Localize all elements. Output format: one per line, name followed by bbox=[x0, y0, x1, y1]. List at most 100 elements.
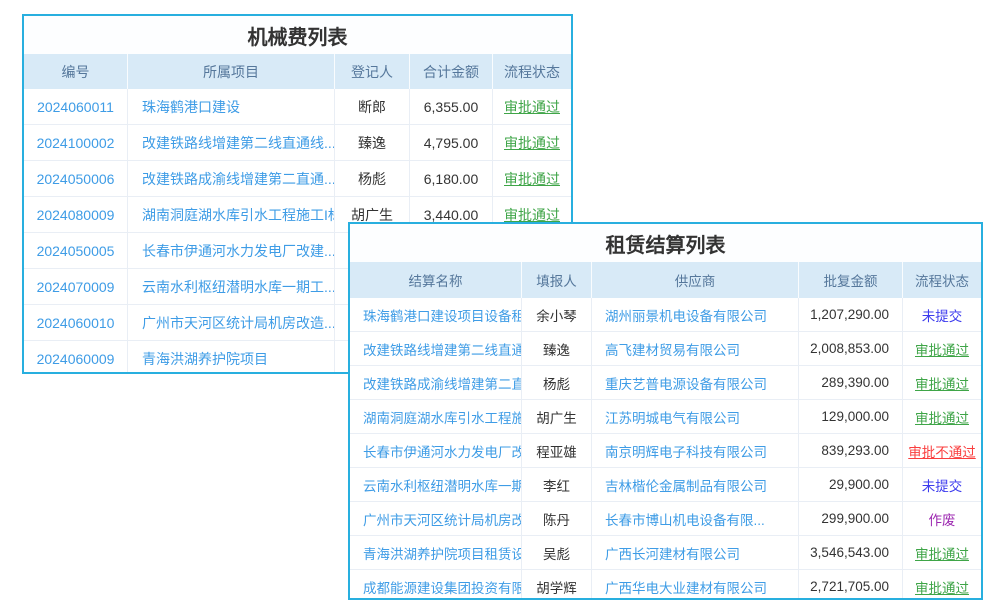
machinery-panel-title: 机械费列表 bbox=[24, 16, 571, 54]
cell-name: 湖南洞庭湖水库引水工程施工I标设... bbox=[350, 400, 522, 433]
table-row: 广州市天河区统计局机房改造项目陈丹长春市博山机电设备有限...299,900.0… bbox=[350, 502, 981, 536]
status-link[interactable]: 未提交 bbox=[922, 305, 963, 325]
column-header-filler: 填报人 bbox=[522, 262, 592, 298]
cell-supplier: 高飞建材贸易有限公司 bbox=[592, 332, 799, 365]
cell-supplier: 长春市博山机电设备有限... bbox=[592, 502, 799, 535]
cell-amount: 839,293.00 bbox=[799, 434, 903, 467]
cell-name: 广州市天河区统计局机房改造项目 bbox=[350, 502, 522, 535]
cell-id: 2024050006 bbox=[24, 161, 128, 196]
machinery-table-header: 编号 所属项目 登记人 合计金额 流程状态 bbox=[24, 54, 571, 89]
cell-amount: 129,000.00 bbox=[799, 400, 903, 433]
cell-name: 长春市伊通河水力发电厂改建工程... bbox=[350, 434, 522, 467]
status-link[interactable]: 审批通过 bbox=[915, 407, 969, 427]
cell-name: 云南水利枢纽潜明水库一期工程施... bbox=[350, 468, 522, 501]
cell-supplier: 江苏明城电气有限公司 bbox=[592, 400, 799, 433]
column-header-approved-amount: 批复金额 bbox=[799, 262, 903, 298]
cell-project: 改建铁路成渝线增建第二直通... bbox=[128, 161, 335, 196]
status-link[interactable]: 审批通过 bbox=[504, 133, 560, 153]
status-link[interactable]: 未提交 bbox=[922, 475, 963, 495]
cell-project: 珠海鹤港口建设 bbox=[128, 89, 335, 124]
cell-project: 改建铁路线增建第二线直通线... bbox=[128, 125, 335, 160]
cell-status: 未提交 bbox=[903, 298, 981, 331]
cell-filler: 胡学辉 bbox=[522, 570, 592, 600]
cell-status: 审批通过 bbox=[493, 161, 571, 196]
cell-id: 2024080009 bbox=[24, 197, 128, 232]
cell-id: 2024060010 bbox=[24, 305, 128, 340]
cell-amount: 4,795.00 bbox=[410, 125, 493, 160]
cell-supplier: 广西华电大业建材有限公司 bbox=[592, 570, 799, 600]
cell-amount: 2,721,705.00 bbox=[799, 570, 903, 600]
cell-filler: 李红 bbox=[522, 468, 592, 501]
settlement-panel-title: 租赁结算列表 bbox=[350, 224, 981, 262]
cell-id: 2024060011 bbox=[24, 89, 128, 124]
table-row: 珠海鹤港口建设项目设备租赁结算余小琴湖州丽景机电设备有限公司1,207,290.… bbox=[350, 298, 981, 332]
cell-status: 审批通过 bbox=[903, 570, 981, 600]
status-link[interactable]: 审批通过 bbox=[915, 339, 969, 359]
settlement-table-body: 珠海鹤港口建设项目设备租赁结算余小琴湖州丽景机电设备有限公司1,207,290.… bbox=[350, 298, 981, 600]
status-link[interactable]: 审批通过 bbox=[915, 577, 969, 597]
cell-status: 审批通过 bbox=[903, 400, 981, 433]
cell-status: 审批不通过 bbox=[903, 434, 981, 467]
status-link[interactable]: 审批通过 bbox=[915, 543, 969, 563]
cell-project: 长春市伊通河水力发电厂改建... bbox=[128, 233, 335, 268]
table-row: 云南水利枢纽潜明水库一期工程施...李红吉林楷伦金属制品有限公司29,900.0… bbox=[350, 468, 981, 502]
table-row: 成都能源建设集团投资有限公司临...胡学辉广西华电大业建材有限公司2,721,7… bbox=[350, 570, 981, 600]
cell-name: 改建铁路成渝线增建第二直通线（... bbox=[350, 366, 522, 399]
cell-registrant: 臻逸 bbox=[335, 125, 410, 160]
cell-id: 2024100002 bbox=[24, 125, 128, 160]
cell-name: 改建铁路线增建第二线直通线（成... bbox=[350, 332, 522, 365]
table-row: 长春市伊通河水力发电厂改建工程...程亚雄南京明辉电子科技有限公司839,293… bbox=[350, 434, 981, 468]
cell-status: 审批通过 bbox=[903, 366, 981, 399]
cell-supplier: 南京明辉电子科技有限公司 bbox=[592, 434, 799, 467]
column-header-registrant: 登记人 bbox=[335, 54, 410, 89]
status-link[interactable]: 审批通过 bbox=[915, 373, 969, 393]
cell-amount: 289,390.00 bbox=[799, 366, 903, 399]
cell-filler: 余小琴 bbox=[522, 298, 592, 331]
cell-id: 2024060009 bbox=[24, 341, 128, 374]
cell-status: 未提交 bbox=[903, 468, 981, 501]
settlement-table-header: 结算名称 填报人 供应商 批复金额 流程状态 bbox=[350, 262, 981, 298]
column-header-id: 编号 bbox=[24, 54, 128, 89]
cell-amount: 6,355.00 bbox=[410, 89, 493, 124]
cell-filler: 胡广生 bbox=[522, 400, 592, 433]
status-link[interactable]: 审批通过 bbox=[504, 97, 560, 117]
cell-project: 云南水利枢纽潜明水库一期工... bbox=[128, 269, 335, 304]
cell-registrant: 杨彪 bbox=[335, 161, 410, 196]
lease-settlement-panel: 租赁结算列表 结算名称 填报人 供应商 批复金额 流程状态 珠海鹤港口建设项目设… bbox=[348, 222, 983, 600]
cell-id: 2024050005 bbox=[24, 233, 128, 268]
status-link[interactable]: 审批通过 bbox=[504, 169, 560, 189]
cell-project: 湖南洞庭湖水库引水工程施工I标 bbox=[128, 197, 335, 232]
cell-project: 青海洪湖养护院项目 bbox=[128, 341, 335, 374]
cell-id: 2024070009 bbox=[24, 269, 128, 304]
cell-name: 成都能源建设集团投资有限公司临... bbox=[350, 570, 522, 600]
table-row: 改建铁路成渝线增建第二直通线（...杨彪重庆艺普电源设备有限公司289,390.… bbox=[350, 366, 981, 400]
cell-filler: 吴彪 bbox=[522, 536, 592, 569]
table-row: 2024100002改建铁路线增建第二线直通线...臻逸4,795.00 审批通过 bbox=[24, 125, 571, 161]
cell-name: 珠海鹤港口建设项目设备租赁结算 bbox=[350, 298, 522, 331]
cell-filler: 陈丹 bbox=[522, 502, 592, 535]
column-header-settlement-name: 结算名称 bbox=[350, 262, 522, 298]
table-row: 青海洪湖养护院项目租赁设备结算吴彪广西长河建材有限公司3,546,543.00审… bbox=[350, 536, 981, 570]
column-header-supplier: 供应商 bbox=[592, 262, 799, 298]
cell-amount: 3,546,543.00 bbox=[799, 536, 903, 569]
cell-status: 审批通过 bbox=[903, 536, 981, 569]
column-header-total-amount: 合计金额 bbox=[410, 54, 493, 89]
cell-amount: 2,008,853.00 bbox=[799, 332, 903, 365]
cell-amount: 299,900.00 bbox=[799, 502, 903, 535]
cell-status: 作废 bbox=[903, 502, 981, 535]
cell-name: 青海洪湖养护院项目租赁设备结算 bbox=[350, 536, 522, 569]
cell-amount: 29,900.00 bbox=[799, 468, 903, 501]
table-row: 湖南洞庭湖水库引水工程施工I标设...胡广生江苏明城电气有限公司129,000.… bbox=[350, 400, 981, 434]
cell-supplier: 重庆艺普电源设备有限公司 bbox=[592, 366, 799, 399]
cell-project: 广州市天河区统计局机房改造... bbox=[128, 305, 335, 340]
cell-filler: 臻逸 bbox=[522, 332, 592, 365]
cell-status: 审批通过 bbox=[493, 89, 571, 124]
status-link[interactable]: 作废 bbox=[929, 509, 956, 529]
status-link[interactable]: 审批不通过 bbox=[908, 441, 976, 461]
cell-status: 审批通过 bbox=[903, 332, 981, 365]
cell-registrant: 断郎 bbox=[335, 89, 410, 124]
column-header-process-status: 流程状态 bbox=[903, 262, 981, 298]
cell-supplier: 吉林楷伦金属制品有限公司 bbox=[592, 468, 799, 501]
cell-amount: 6,180.00 bbox=[410, 161, 493, 196]
column-header-project: 所属项目 bbox=[128, 54, 335, 89]
